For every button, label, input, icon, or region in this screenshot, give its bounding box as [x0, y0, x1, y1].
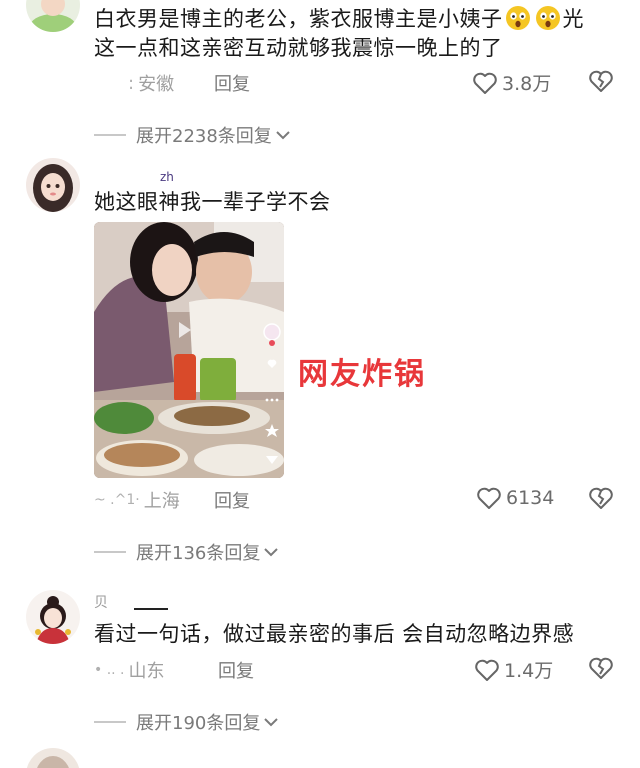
avatar[interactable]	[26, 158, 80, 212]
broken-heart-icon	[589, 70, 613, 92]
heart-icon	[473, 72, 497, 94]
comment-meta: ~ .^1· 上海	[94, 487, 180, 513]
like-button[interactable]: 3.8万	[472, 69, 551, 96]
dislike-button[interactable]	[588, 486, 614, 510]
divider	[94, 721, 126, 723]
like-count: 1.4万	[504, 660, 554, 682]
dislike-button[interactable]	[588, 656, 614, 680]
heart-icon	[475, 659, 499, 681]
avatar[interactable]	[26, 0, 80, 32]
like-button[interactable]: 6134	[476, 486, 554, 510]
like-count: 6134	[506, 487, 555, 509]
avatar[interactable]	[26, 590, 80, 644]
reply-button[interactable]: 回复	[214, 487, 250, 513]
comment-meta: : 安徽	[128, 70, 174, 96]
image-caption: 网友炸锅	[298, 357, 426, 392]
dislike-button[interactable]	[588, 69, 614, 93]
divider	[94, 551, 126, 553]
broken-heart-icon	[589, 657, 613, 679]
comment-meta: • .. . 山东	[94, 657, 165, 683]
comment-location: 山东	[128, 661, 165, 682]
expand-replies-button[interactable]: 展开190条回复	[94, 709, 279, 735]
comment-username[interactable]: zh	[160, 170, 174, 184]
comment-location: 上海	[143, 491, 180, 512]
chevron-down-icon	[276, 131, 290, 140]
like-count: 3.8万	[502, 73, 552, 95]
expand-replies-button[interactable]: 展开2238条回复	[94, 122, 290, 148]
chevron-down-icon	[264, 548, 279, 557]
reply-button[interactable]: 回复	[214, 70, 250, 96]
comment-time: :	[128, 72, 135, 94]
expand-replies-button[interactable]: 展开136条回复	[94, 539, 279, 565]
comment-time: • .. .	[94, 662, 125, 678]
comment-username[interactable]: 贝	[94, 592, 108, 612]
avatar[interactable]	[26, 748, 80, 768]
comment-text: 看过一句话，做过最亲密的事后 会自动忽略边界感	[94, 622, 575, 646]
chevron-down-icon	[264, 718, 279, 727]
divider	[134, 608, 168, 610]
comment-time: ~ .^1·	[94, 492, 140, 508]
shocked-face-icon	[535, 5, 561, 31]
broken-heart-icon	[589, 487, 613, 509]
shocked-face-icon	[505, 5, 531, 31]
comment-text: 白衣男是博主的老公，紫衣服博主是小姨子光 这一点和这亲密互动就够我震惊一晚上的了	[94, 5, 584, 60]
comment-image[interactable]	[94, 222, 284, 478]
reply-button[interactable]: 回复	[218, 657, 254, 683]
divider	[94, 134, 126, 136]
comment-text: 她这眼神我一辈子学不会	[94, 190, 331, 214]
comment-location: 安徽	[138, 74, 175, 95]
like-button[interactable]: 1.4万	[474, 656, 553, 683]
heart-icon	[477, 487, 501, 509]
